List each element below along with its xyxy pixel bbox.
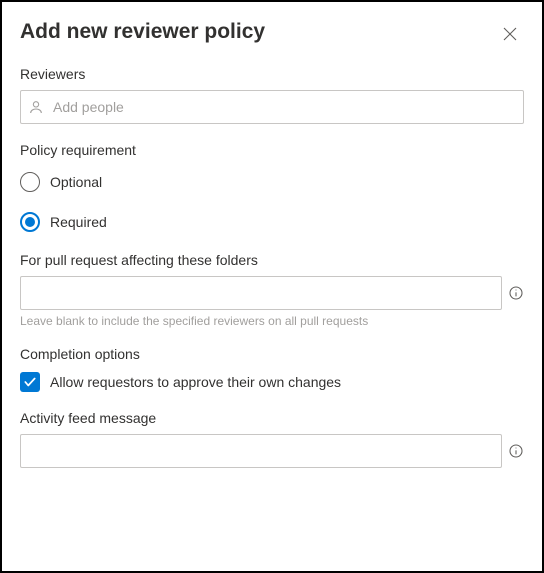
allow-self-approve-checkbox[interactable]: Allow requestors to approve their own ch… — [20, 372, 524, 392]
radio-circle-icon — [20, 212, 40, 232]
radio-optional-label: Optional — [50, 174, 102, 190]
allow-self-approve-label: Allow requestors to approve their own ch… — [50, 374, 341, 390]
folders-input[interactable] — [20, 276, 502, 310]
folders-label: For pull request affecting these folders — [20, 252, 524, 268]
activity-row — [20, 434, 524, 468]
radio-circle-icon — [20, 172, 40, 192]
folders-hint: Leave blank to include the specified rev… — [20, 314, 524, 328]
checkbox-icon — [20, 372, 40, 392]
folders-row — [20, 276, 524, 310]
info-icon[interactable] — [508, 443, 524, 459]
activity-label: Activity feed message — [20, 410, 524, 426]
radio-optional[interactable]: Optional — [20, 172, 524, 192]
policy-requirement-group: Optional Required — [20, 172, 524, 232]
info-icon[interactable] — [508, 285, 524, 301]
close-button[interactable] — [496, 20, 524, 48]
checkmark-icon — [23, 375, 37, 389]
completion-label: Completion options — [20, 346, 524, 362]
close-icon — [501, 25, 519, 43]
dialog-title: Add new reviewer policy — [20, 20, 265, 44]
reviewers-label: Reviewers — [20, 66, 524, 82]
activity-input[interactable] — [20, 434, 502, 468]
policy-requirement-label: Policy requirement — [20, 142, 524, 158]
reviewers-field-wrap — [20, 90, 524, 124]
radio-required-label: Required — [50, 214, 107, 230]
dialog-header: Add new reviewer policy — [20, 20, 524, 48]
reviewers-input[interactable] — [20, 90, 524, 124]
radio-required[interactable]: Required — [20, 212, 524, 232]
